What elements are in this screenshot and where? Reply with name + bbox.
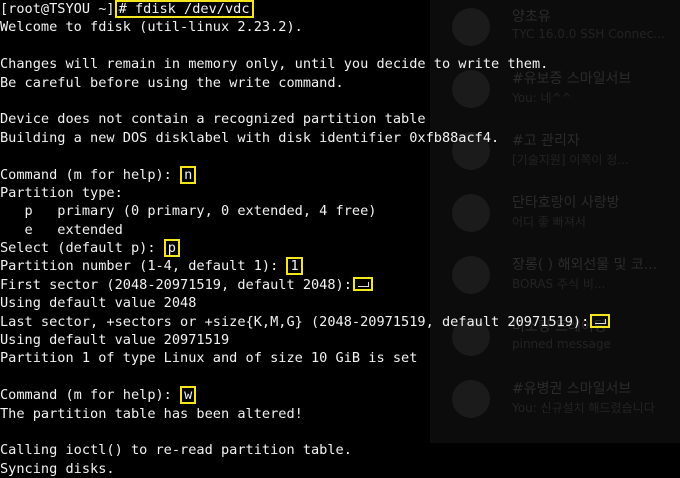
- terminal-line: Changes will remain in memory only, unti…: [0, 56, 549, 73]
- enter-key-icon: [590, 313, 611, 328]
- shell-prompt: [root@TSYOU ~]: [0, 1, 115, 17]
- highlighted-input: 1: [286, 257, 303, 276]
- last-sector-prompt: Last sector, +sectors or +size{K,M,G} (2…: [0, 313, 590, 330]
- terminal-line: Using default value 20971519: [0, 332, 230, 349]
- terminal-line: Building a new DOS disklabel with disk i…: [0, 129, 500, 146]
- terminal-line: Command (m for help): w: [0, 386, 680, 405]
- terminal-line: Be careful before using the write comman…: [0, 74, 344, 91]
- terminal-line: Last sector, +sectors or +size{K,M,G} (2…: [0, 313, 680, 331]
- highlighted-input: n: [180, 165, 197, 184]
- terminal-line: Device does not contain a recognized par…: [0, 111, 426, 128]
- partition-number-prompt: Partition number (1-4, default 1):: [0, 258, 287, 275]
- terminal-line: Using default value 2048: [0, 295, 197, 312]
- terminal-line: Command (m for help): n: [0, 165, 680, 184]
- command-prompt: Command (m for help):: [0, 387, 181, 404]
- terminal-line: Select (default p): p: [0, 239, 680, 258]
- highlighted-command: # fdisk /dev/vdc: [114, 0, 254, 18]
- highlighted-input: w: [180, 386, 197, 405]
- first-sector-prompt: First sector (2048-20971519, default 204…: [0, 276, 352, 293]
- highlighted-input: p: [163, 239, 180, 258]
- terminal-line: Syncing disks.: [0, 460, 115, 477]
- terminal-line: Partition number (1-4, default 1): 1: [0, 257, 680, 276]
- enter-key-icon: [352, 276, 373, 291]
- terminal-line: [root@TSYOU ~] # fdisk /dev/vdc: [0, 0, 680, 18]
- command-prompt: Command (m for help):: [0, 166, 181, 183]
- terminal-line: The partition table has been altered!: [0, 405, 303, 422]
- terminal-line: Partition type:: [0, 184, 123, 201]
- select-prompt: Select (default p):: [0, 240, 164, 257]
- terminal-line: First sector (2048-20971519, default 204…: [0, 276, 680, 294]
- terminal-line: Calling ioctl() to re-read partition tab…: [0, 442, 352, 459]
- terminal-output[interactable]: [root@TSYOU ~] # fdisk /dev/vdc Welcome t…: [0, 0, 680, 477]
- terminal-line: e extended: [0, 221, 123, 238]
- terminal-line: Partition 1 of type Linux and of size 10…: [0, 350, 418, 367]
- terminal-line: p primary (0 primary, 0 extended, 4 free…: [0, 203, 377, 220]
- terminal-line: Welcome to fdisk (util-linux 2.23.2).: [0, 19, 303, 36]
